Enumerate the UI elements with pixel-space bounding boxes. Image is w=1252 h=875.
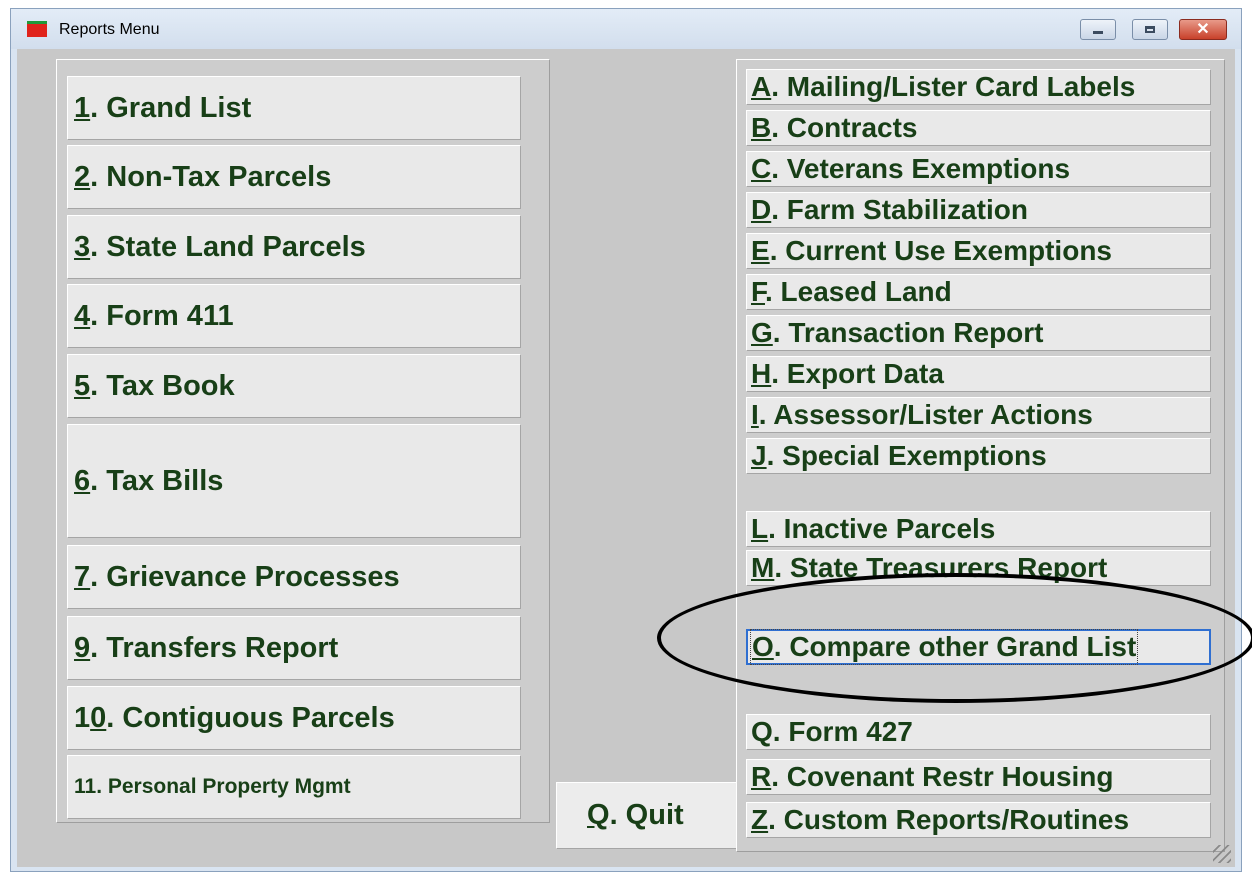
menu-custom-reports-routines-button[interactable]: Z. Custom Reports/Routines (746, 802, 1211, 838)
minimize-icon (1093, 31, 1103, 34)
menu-non-tax-parcels-button[interactable]: 2. Non-Tax Parcels (67, 145, 521, 209)
client-area: 1. Grand List 2. Non-Tax Parcels 3. Stat… (17, 49, 1235, 867)
menu-veterans-exemptions-button[interactable]: C. Veterans Exemptions (746, 151, 1211, 187)
quit-button[interactable]: Q. Quit (556, 782, 738, 849)
reports-menu-window: Reports Menu ✕ 1. Grand List 2. Non-Tax … (10, 8, 1242, 872)
menu-farm-stabilization-button[interactable]: D. Farm Stabilization (746, 192, 1211, 228)
title-bar[interactable]: Reports Menu ✕ (11, 9, 1241, 49)
menu-state-treasurers-report-button[interactable]: M. State Treasurers Report (746, 550, 1211, 586)
menu-state-land-parcels-button[interactable]: 3. State Land Parcels (67, 215, 521, 279)
menu-form-411-button[interactable]: 4. Form 411 (67, 284, 521, 348)
menu-contracts-button[interactable]: B. Contracts (746, 110, 1211, 146)
window-title: Reports Menu (59, 21, 160, 38)
menu-export-data-button[interactable]: H. Export Data (746, 356, 1211, 392)
menu-contiguous-parcels-button[interactable]: 10. Contiguous Parcels (67, 686, 521, 750)
minimize-button[interactable] (1080, 19, 1116, 40)
left-menu-panel: 1. Grand List 2. Non-Tax Parcels 3. Stat… (56, 59, 550, 823)
resize-grip-icon[interactable] (1213, 845, 1231, 863)
menu-current-use-exemptions-button[interactable]: E. Current Use Exemptions (746, 233, 1211, 269)
menu-compare-other-grand-list-button[interactable]: O. Compare other Grand List (746, 629, 1211, 665)
menu-special-exemptions-button[interactable]: J. Special Exemptions (746, 438, 1211, 474)
close-button[interactable]: ✕ (1179, 19, 1227, 40)
right-menu-panel: A. Mailing/Lister Card Labels B. Contrac… (736, 59, 1225, 852)
menu-mailing-lister-card-labels-button[interactable]: A. Mailing/Lister Card Labels (746, 69, 1211, 105)
menu-assessor-lister-actions-button[interactable]: I. Assessor/Lister Actions (746, 397, 1211, 433)
menu-grievance-processes-button[interactable]: 7. Grievance Processes (67, 545, 521, 609)
app-icon (27, 21, 47, 37)
menu-covenant-restr-housing-button[interactable]: R. Covenant Restr Housing (746, 759, 1211, 795)
maximize-button[interactable] (1132, 19, 1168, 40)
menu-grand-list-button[interactable]: 1. Grand List (67, 76, 521, 140)
menu-transaction-report-button[interactable]: G. Transaction Report (746, 315, 1211, 351)
menu-tax-bills-button[interactable]: 6. Tax Bills (67, 424, 521, 538)
maximize-icon (1145, 26, 1155, 33)
menu-form-427-button[interactable]: Q. Form 427 (746, 714, 1211, 750)
menu-tax-book-button[interactable]: 5. Tax Book (67, 354, 521, 418)
menu-leased-land-button[interactable]: F. Leased Land (746, 274, 1211, 310)
menu-inactive-parcels-button[interactable]: L. Inactive Parcels (746, 511, 1211, 547)
menu-transfers-report-button[interactable]: 9. Transfers Report (67, 616, 521, 680)
close-icon: ✕ (1196, 20, 1210, 38)
menu-personal-property-mgmt-button[interactable]: 11. Personal Property Mgmt (67, 755, 521, 819)
